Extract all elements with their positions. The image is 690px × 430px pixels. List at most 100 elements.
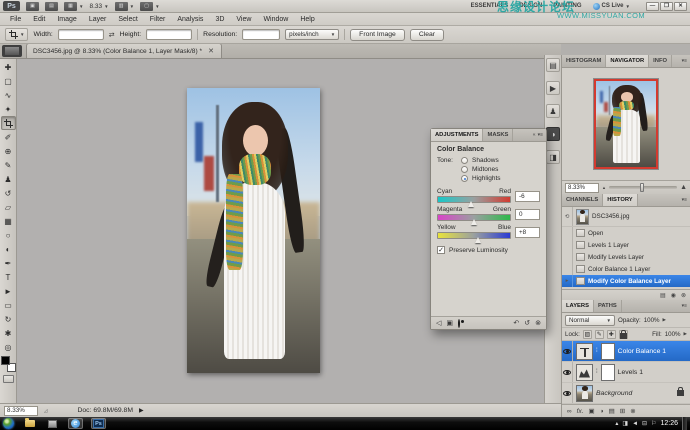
toggle-visibility-icon[interactable] (458, 320, 460, 327)
tray-expand-icon[interactable]: ▴ (615, 420, 618, 427)
zoom-tool[interactable]: ◎ (1, 340, 16, 354)
dodge-tool[interactable]: ◐ (1, 242, 16, 256)
menu-view[interactable]: View (230, 13, 257, 26)
history-brush-source-icon[interactable]: ⟲ (562, 207, 573, 226)
lock-transparency-icon[interactable]: ▨ (583, 330, 592, 339)
tray-network-icon[interactable]: ⊟ (642, 420, 647, 427)
type-tool[interactable]: T (1, 270, 16, 284)
visibility-eye-icon[interactable] (562, 341, 573, 361)
menu-layer[interactable]: Layer (83, 13, 113, 26)
tab-paths[interactable]: PATHS (594, 300, 622, 312)
resolution-input[interactable] (242, 29, 280, 40)
new-snapshot-icon[interactable]: ◉ (671, 292, 676, 299)
history-state[interactable]: Open (562, 227, 690, 239)
workspace-design-button[interactable]: DESIGN (519, 3, 542, 9)
delete-state-icon[interactable]: ⊗ (681, 292, 686, 299)
taskbar-browser-button[interactable]: e (68, 418, 83, 429)
eyedropper-tool[interactable]: ✐ (1, 130, 16, 144)
front-image-button[interactable]: Front Image (350, 29, 405, 41)
layer-row-background[interactable]: Background (562, 383, 690, 404)
status-zoom-input[interactable]: 8.33% (4, 406, 38, 416)
lock-position-icon[interactable]: ✚ (607, 330, 616, 339)
layer-row-levels[interactable]: ⁞ Levels 1 (562, 362, 690, 383)
view-previous-state-icon[interactable]: ↶ (513, 319, 519, 327)
tab-history[interactable]: HISTORY (603, 194, 637, 206)
document-tab[interactable]: DSC3456.jpg @ 8.33% (Color Balance 1, La… (26, 43, 222, 58)
history-snapshot-row[interactable]: ⟲ DSC3456.jpg (562, 207, 690, 227)
history-state[interactable]: Modify Levels Layer (562, 251, 690, 263)
eraser-tool[interactable]: ▱ (1, 200, 16, 214)
panel-menu-icon[interactable]: ▾≡ (682, 300, 690, 312)
cyan-red-slider[interactable] (437, 196, 511, 203)
3d-rotate-tool[interactable]: ↻ (1, 312, 16, 326)
clear-button[interactable]: Clear (410, 29, 444, 41)
lock-image-icon[interactable]: ✎ (595, 330, 604, 339)
move-tool[interactable]: ✚ (1, 60, 16, 74)
navigator-zoom-slider[interactable] (609, 186, 677, 189)
navigator-proxy-view[interactable] (594, 79, 658, 169)
mini-bridge-icon[interactable]: ▤ (45, 2, 58, 11)
path-selection-tool[interactable]: ► (1, 284, 16, 298)
tab-adjustments[interactable]: ADJUSTMENTS (431, 129, 483, 141)
masks-panel-icon[interactable]: ◨ (546, 150, 560, 164)
adjustment-layer-thumbnail[interactable] (576, 343, 593, 360)
clip-to-layer-icon[interactable]: ▣ (446, 319, 453, 327)
layer-row-color-balance[interactable]: ⁞ Color Balance 1 (562, 341, 690, 362)
return-to-adjustment-list-icon[interactable]: ◁ (436, 319, 441, 327)
chevron-right-icon[interactable]: ▶ (663, 317, 666, 323)
menu-edit[interactable]: Edit (27, 13, 51, 26)
tab-info[interactable]: INFO (649, 55, 672, 67)
adjustments-panel-icon[interactable]: ◑ (546, 127, 560, 141)
collapse-panel-icon[interactable]: « (533, 132, 536, 138)
background-layer-thumbnail[interactable] (576, 385, 593, 402)
width-input[interactable] (58, 29, 104, 40)
midtones-label[interactable]: Midtones (472, 166, 498, 173)
delete-layer-icon[interactable]: ⊗ (630, 407, 635, 415)
healing-brush-tool[interactable]: ⊕ (1, 144, 16, 158)
visibility-eye-icon[interactable] (562, 383, 573, 403)
menu-image[interactable]: Image (51, 13, 82, 26)
taskbar-app-button[interactable] (45, 418, 60, 429)
actions-panel-icon[interactable]: ▶ (546, 81, 560, 95)
histogram-panel-icon[interactable]: ▤ (546, 58, 560, 72)
zoom-level-dropdown[interactable]: 8.33▼ (89, 3, 108, 10)
zoom-in-icon[interactable]: ▲ (680, 184, 687, 191)
taskbar-explorer-button[interactable] (22, 418, 37, 429)
menu-help[interactable]: Help (294, 13, 320, 26)
color-swatches[interactable] (1, 356, 16, 372)
workspace-essentials-button[interactable]: ESSENTIALS (471, 3, 509, 9)
menu-3d[interactable]: 3D (209, 13, 230, 26)
history-brush-tool[interactable]: ↺ (1, 186, 16, 200)
crop-tool[interactable] (1, 116, 16, 130)
fill-value[interactable]: 100% (665, 331, 681, 338)
workspace-painting-button[interactable]: PAINTING (553, 3, 581, 9)
taskbar-photoshop-button[interactable]: Ps (91, 418, 106, 429)
tab-close-icon[interactable]: ✕ (207, 47, 215, 55)
panel-menu-icon[interactable]: ▾≡ (682, 55, 690, 67)
restore-button[interactable]: ❐ (660, 2, 673, 11)
link-layers-icon[interactable]: ∞ (567, 408, 572, 415)
tab-channels[interactable]: CHANNELS (562, 194, 603, 206)
layer-mask-thumbnail[interactable] (601, 364, 615, 381)
tab-navigator[interactable]: NAVIGATOR (606, 55, 649, 67)
magenta-green-value[interactable]: 0 (515, 209, 540, 220)
clone-stamp-tool[interactable]: ♟ (1, 172, 16, 186)
highlights-label[interactable]: Highlights (472, 175, 501, 182)
cs-live-button[interactable]: CS Live▼ (593, 3, 630, 10)
reset-adjustment-icon[interactable]: ↺ (524, 319, 530, 327)
tab-histogram[interactable]: HISTOGRAM (562, 55, 606, 67)
tray-volume-icon[interactable]: ◄ (632, 421, 638, 427)
marquee-tool[interactable]: ▢ (1, 74, 16, 88)
panel-menu-icon[interactable]: ▾≡ (538, 132, 543, 138)
menu-analysis[interactable]: Analysis (171, 13, 209, 26)
shadows-radio[interactable] (461, 157, 468, 164)
foreground-color-swatch[interactable] (1, 356, 10, 365)
resolution-unit-select[interactable]: pixels/inch▼ (285, 29, 339, 40)
arrange-documents-dropdown[interactable]: ▥▼ (115, 2, 134, 11)
menu-select[interactable]: Select (112, 13, 143, 26)
preserve-luminosity-checkbox[interactable]: ✓ (437, 246, 445, 254)
screen-mode-dropdown[interactable]: ▢▼ (140, 2, 159, 11)
menu-filter[interactable]: Filter (144, 13, 172, 26)
menu-file[interactable]: File (4, 13, 27, 26)
add-layer-mask-icon[interactable]: ▣ (589, 407, 595, 415)
